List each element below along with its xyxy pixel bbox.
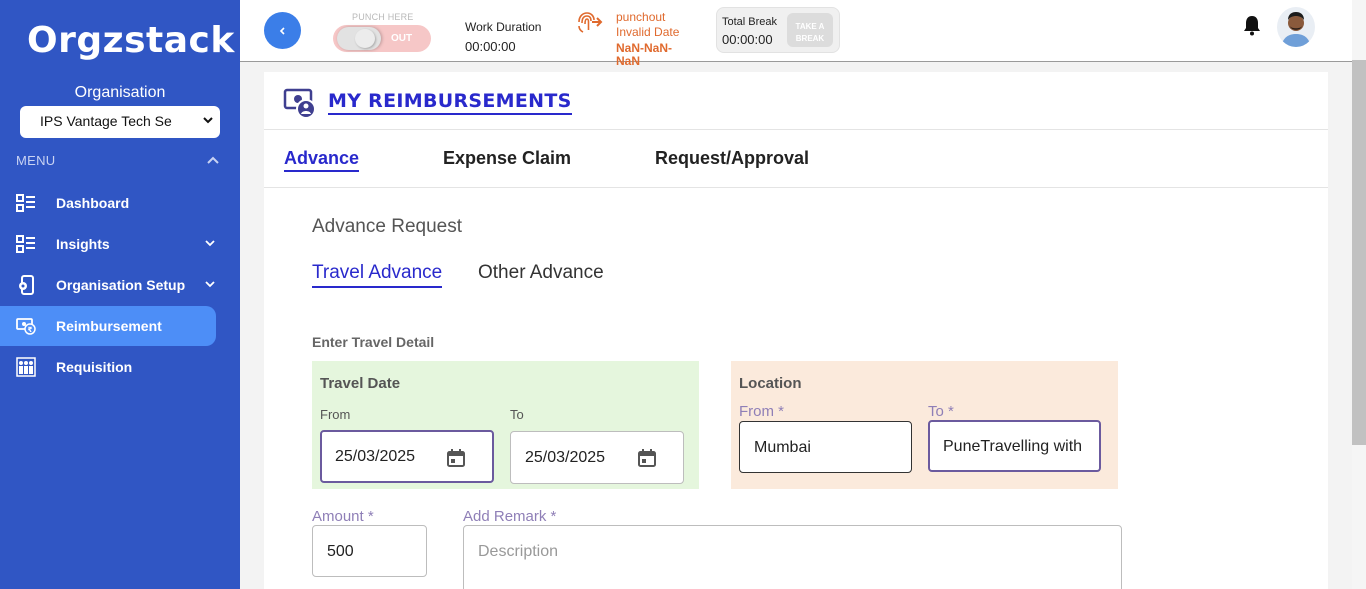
work-duration-value: 00:00:00 [465,39,516,54]
punch-invalid-date: Invalid Date [616,25,680,39]
subtab-other-advance[interactable]: Other Advance [478,262,604,284]
punch-label: PUNCH HERE [352,12,414,22]
remark-textarea[interactable]: Description [463,525,1122,589]
menu-label: MENU [16,153,56,168]
organisation-select[interactable]: IPS Vantage Tech Se [20,106,220,138]
location-to-input[interactable]: PuneTravelling with [928,420,1101,472]
punch-toggle[interactable]: OUT [333,25,431,52]
total-break-value: 00:00:00 [722,32,773,47]
reimbursement-icon: ₹ [16,316,36,336]
work-duration-label: Work Duration [465,20,542,34]
tab-request-approval[interactable]: Request/Approval [655,148,809,169]
location-from-value: Mumbai [754,439,811,456]
sidebar-item-reimbursement[interactable]: ₹ Reimbursement [0,306,216,346]
travel-date-title: Travel Date [320,375,401,392]
chevron-down-icon [205,240,215,247]
organisation-select-value: IPS Vantage Tech Se [40,113,172,129]
date-to-value: 25/03/2025 [525,449,606,466]
travel-detail-label: Enter Travel Detail [312,334,435,350]
punch-toggle-knob [337,27,381,50]
location-from-input[interactable]: Mumbai [739,421,912,473]
sidebar-item-insights[interactable]: Insights [0,224,216,264]
location-to-label: To * [928,403,954,420]
topbar: PUNCH HERE OUT Work Duration 00:00:00 pu… [240,0,1352,68]
notification-bell-icon[interactable] [1242,14,1262,36]
take-break-button[interactable]: TAKE A BREAK [787,13,833,47]
chevron-up-icon[interactable] [206,155,220,165]
location-panel: Location From * To * Mumbai PuneTravelli… [731,361,1118,489]
chevron-left-icon [279,26,285,35]
reimbursement-card: MY REIMBURSEMENTS Advance Expense Claim … [264,72,1328,589]
requisition-icon [16,357,36,377]
date-from-value: 25/03/2025 [335,448,416,465]
subtab-travel-advance[interactable]: Travel Advance [312,262,443,288]
amount-input[interactable]: 500 [312,525,427,577]
location-to-value: PuneTravelling with [943,438,1083,455]
sidebar-item-label: Organisation Setup [56,277,186,293]
sidebar-item-label: Reimbursement [56,318,162,334]
phone-gear-icon [16,275,36,295]
remark-label: Add Remark * [463,508,557,525]
reimbursement-icon [283,88,316,119]
list-icon [16,234,36,254]
app-logo[interactable]: Orgzstack [27,20,235,61]
page-scrollbar-thumb[interactable] [1352,60,1366,445]
remark-placeholder: Description [478,543,559,560]
sidebar-item-requisition[interactable]: Requisition [0,347,216,387]
sidebar-item-label: Requisition [56,359,133,375]
amount-value: 500 [327,543,354,560]
punch-status: punchout Invalid Date [616,10,679,40]
sidebar-item-dashboard[interactable]: Dashboard [0,183,216,223]
sidebar-item-label: Insights [56,236,110,252]
date-to-input[interactable]: 25/03/2025 [510,431,684,484]
organisation-label: Organisation [74,84,166,101]
user-avatar[interactable] [1277,7,1315,47]
chevron-down-icon [205,281,215,288]
main-tabs: Advance Expense Claim Request/Approval [264,130,1328,188]
date-from-label: From [320,407,351,422]
location-from-label: From * [739,403,784,420]
tab-expense-claim[interactable]: Expense Claim [443,148,571,169]
tab-advance[interactable]: Advance [284,148,360,172]
collapse-sidebar-button[interactable] [264,12,301,49]
chevron-down-icon [203,117,213,124]
calendar-icon[interactable] [446,448,466,468]
punch-status-text: punchout [616,10,666,24]
calendar-icon[interactable] [637,448,657,468]
date-to-label: To [510,407,524,422]
list-icon [16,193,36,213]
fingerprint-icon [578,12,603,33]
total-break-label: Total Break [722,16,778,28]
punch-date: NaN-NaN-NaN [616,41,673,68]
date-from-input[interactable]: 25/03/2025 [320,430,494,483]
amount-label: Amount * [312,508,374,525]
sidebar-item-label: Dashboard [56,195,130,211]
card-header: MY REIMBURSEMENTS [264,72,1328,130]
punch-state: OUT [391,33,413,44]
sidebar-item-organisation-setup[interactable]: Organisation Setup [0,265,216,305]
total-break-panel: Total Break 00:00:00 TAKE A BREAK [716,7,840,53]
location-title: Location [739,375,802,392]
sidebar: Orgzstack Organisation IPS Vantage Tech … [0,0,240,589]
travel-date-panel: Travel Date From To 25/03/2025 25/03/202… [312,361,699,489]
section-title: Advance Request [312,216,462,237]
svg-text:₹: ₹ [28,326,33,334]
page-title: MY REIMBURSEMENTS [328,90,572,115]
